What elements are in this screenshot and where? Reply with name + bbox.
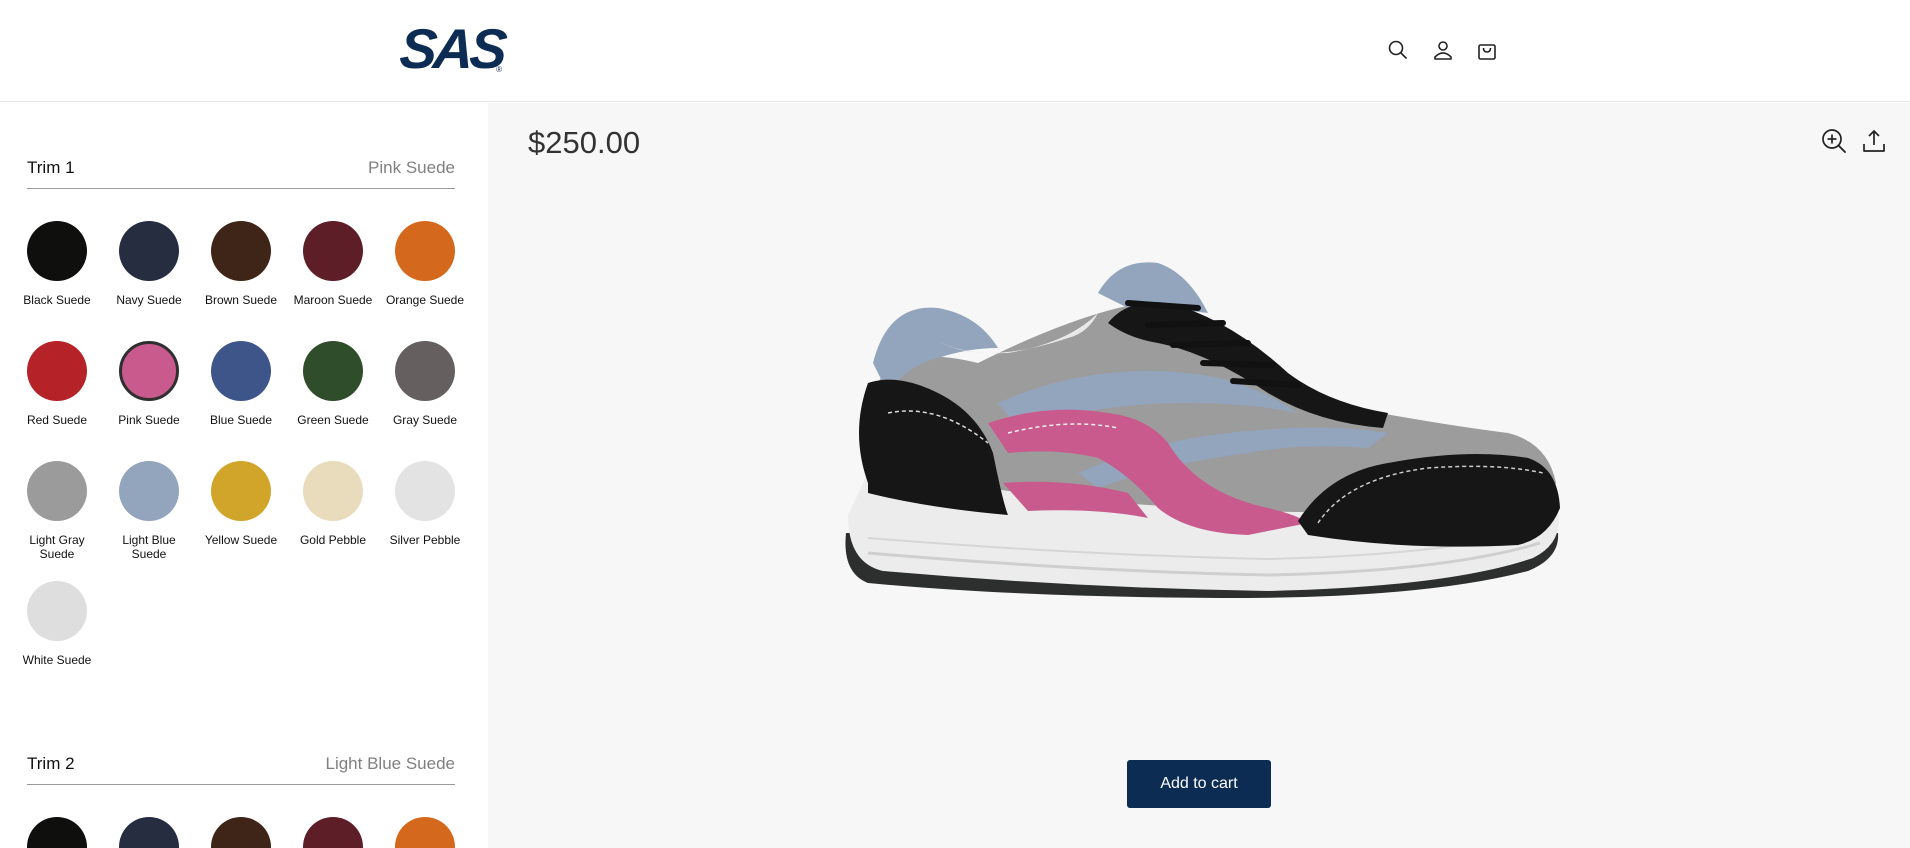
swatch-option[interactable]: Silver Pebble xyxy=(390,461,460,547)
swatch-option[interactable] xyxy=(27,817,87,848)
cart-icon[interactable] xyxy=(1472,35,1502,65)
add-to-cart-button[interactable]: Add to cart xyxy=(1127,760,1271,808)
swatch-color-chip[interactable] xyxy=(119,221,179,281)
swatch-label: Green Suede xyxy=(297,413,369,427)
swatch-label: Light Blue Suede xyxy=(122,533,176,561)
swatch-color-chip[interactable] xyxy=(395,817,455,848)
swatch-color-chip[interactable] xyxy=(303,341,363,401)
swatch-label: Light Gray Suede xyxy=(29,533,85,561)
swatch-color-chip[interactable] xyxy=(211,341,271,401)
swatch-option[interactable] xyxy=(303,817,363,848)
swatch-label: Gold Pebble xyxy=(299,533,367,547)
swatch-option[interactable]: Green Suede xyxy=(297,341,369,427)
sas-logo[interactable]: SAS ® xyxy=(398,17,506,80)
swatch-option[interactable]: Brown Suede xyxy=(205,221,277,307)
swatch-label: Gray Suede xyxy=(392,413,458,427)
account-icon[interactable] xyxy=(1428,35,1458,65)
swatch-option[interactable] xyxy=(211,817,271,848)
swatch-color-chip[interactable] xyxy=(27,341,87,401)
swatch-option[interactable] xyxy=(395,817,455,848)
swatch-option[interactable]: Light Gray Suede xyxy=(27,461,87,561)
swatch-option[interactable]: White Suede xyxy=(23,581,91,667)
search-icon[interactable] xyxy=(1383,35,1413,65)
swatch-option[interactable]: Gold Pebble xyxy=(300,461,366,547)
registered-mark: ® xyxy=(496,65,502,74)
swatch-label: Red Suede xyxy=(26,413,88,427)
swatch-color-chip[interactable] xyxy=(303,221,363,281)
swatch-color-chip[interactable] xyxy=(119,817,179,848)
trim-2-header[interactable]: Trim 2 Light Blue Suede xyxy=(27,739,455,785)
swatch-label: Yellow Suede xyxy=(204,533,278,547)
swatch-color-chip[interactable] xyxy=(27,221,87,281)
swatch-option[interactable] xyxy=(119,817,179,848)
site-header: SAS ® xyxy=(0,0,1910,102)
swatch-color-chip[interactable] xyxy=(211,221,271,281)
zoom-in-icon[interactable] xyxy=(1818,125,1850,157)
swatch-color-chip[interactable] xyxy=(303,817,363,848)
swatch-option[interactable]: Light Blue Suede xyxy=(119,461,179,561)
trim-2-title: Trim 2 xyxy=(27,754,75,773)
swatch-option[interactable]: Orange Suede xyxy=(386,221,464,307)
swatch-label: White Suede xyxy=(22,653,92,667)
product-price: $250.00 xyxy=(528,125,641,160)
swatch-color-chip[interactable] xyxy=(119,461,179,521)
swatch-option[interactable]: Maroon Suede xyxy=(294,221,372,307)
swatch-label: Navy Suede xyxy=(116,293,182,307)
swatch-color-chip[interactable] xyxy=(119,341,179,401)
product-preview: $250.00 Add to cart xyxy=(488,103,1910,848)
swatch-color-chip[interactable] xyxy=(27,461,87,521)
swatch-color-chip[interactable] xyxy=(395,341,455,401)
logo-text: SAS xyxy=(397,17,506,80)
swatch-option[interactable]: Yellow Suede xyxy=(205,461,277,547)
swatch-color-chip[interactable] xyxy=(27,581,87,641)
swatch-label: Maroon Suede xyxy=(293,293,373,307)
swatch-label: Brown Suede xyxy=(204,293,278,307)
swatch-option[interactable]: Navy Suede xyxy=(116,221,182,307)
swatch-label: Blue Suede xyxy=(209,413,273,427)
swatch-label: Silver Pebble xyxy=(389,533,461,547)
swatch-option[interactable]: Pink Suede xyxy=(118,341,180,427)
swatch-color-chip[interactable] xyxy=(395,221,455,281)
shoe-preview-image xyxy=(845,262,1560,598)
swatch-label: Black Suede xyxy=(23,293,91,307)
trim-1-selected-value: Pink Suede xyxy=(368,158,455,177)
swatch-label: Orange Suede xyxy=(385,293,465,307)
share-icon[interactable] xyxy=(1858,125,1890,157)
swatch-color-chip[interactable] xyxy=(211,461,271,521)
swatch-color-chip[interactable] xyxy=(395,461,455,521)
swatch-option[interactable]: Gray Suede xyxy=(393,341,457,427)
swatch-color-chip[interactable] xyxy=(211,817,271,848)
trim-1-header[interactable]: Trim 1 Pink Suede xyxy=(27,143,455,189)
swatch-option[interactable]: Black Suede xyxy=(23,221,91,307)
swatch-label: Pink Suede xyxy=(118,413,180,427)
trim-1-title: Trim 1 xyxy=(27,158,75,177)
trim-2-selected-value: Light Blue Suede xyxy=(325,754,456,773)
swatch-color-chip[interactable] xyxy=(303,461,363,521)
customization-sidebar: Trim 1 Pink Suede Black Suede Navy Suede B… xyxy=(0,103,487,848)
swatch-option[interactable]: Red Suede xyxy=(27,341,87,427)
swatch-color-chip[interactable] xyxy=(27,817,87,848)
swatch-option[interactable]: Blue Suede xyxy=(210,341,272,427)
